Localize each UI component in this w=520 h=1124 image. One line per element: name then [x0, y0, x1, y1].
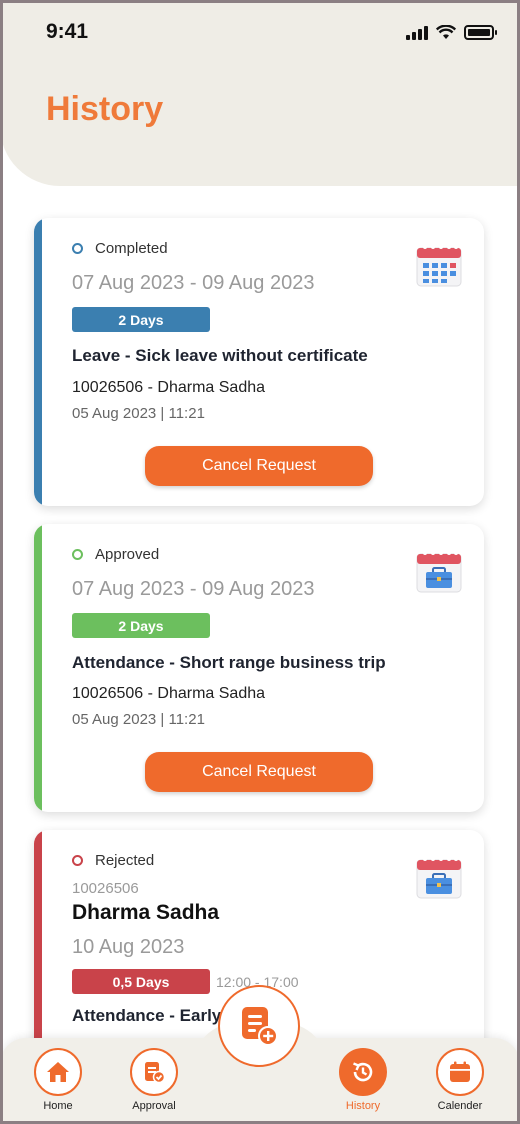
nav-approval-circle: [130, 1048, 178, 1096]
date-range: 07 Aug 2023 - 09 Aug 2023: [72, 578, 315, 600]
history-card-approved[interactable]: Approved 07 Aug 2023 - 09 Aug 2023 2 Day…: [34, 524, 484, 812]
status-dot-icon: [72, 549, 83, 560]
cancel-request-button[interactable]: Cancel Request: [145, 752, 373, 792]
briefcase-calendar-icon: [416, 857, 462, 899]
header: 9:41 History: [0, 0, 520, 186]
days-badge: 0,5 Days: [72, 969, 210, 994]
request-type: Attendance - Short range business trip: [72, 653, 386, 672]
nav-history[interactable]: History: [333, 1048, 393, 1112]
status-row: Completed: [72, 240, 168, 257]
nav-calender[interactable]: Calender: [430, 1048, 490, 1112]
home-icon: [47, 1062, 69, 1082]
history-icon: [353, 1062, 373, 1082]
date-range: 07 Aug 2023 - 09 Aug 2023: [72, 272, 315, 294]
request-date: 10 Aug 2023: [72, 936, 185, 958]
nav-history-circle: [339, 1048, 387, 1096]
request-type: Attendance - Early: [72, 1006, 222, 1025]
status-icons: [406, 24, 497, 40]
wifi-icon: [436, 24, 456, 39]
card-accent-bar: [34, 524, 42, 812]
history-card-completed[interactable]: Completed 07 Aug 2023 - 09 Aug 2023 2 Da…: [34, 218, 484, 506]
page-title: History: [46, 90, 164, 128]
nav-approval[interactable]: Approval: [124, 1048, 184, 1112]
signal-icon: [406, 24, 428, 40]
request-timestamp: 05 Aug 2023 | 11:21: [72, 711, 205, 728]
briefcase-calendar-icon: [416, 551, 462, 593]
status-label: Completed: [95, 240, 168, 257]
status-time: 9:41: [46, 20, 89, 43]
employee-name: Dharma Sadha: [72, 901, 220, 924]
nav-home-label: Home: [43, 1100, 73, 1112]
status-dot-icon: [72, 855, 83, 866]
calendar-icon: [416, 245, 462, 287]
card-accent-bar: [34, 218, 42, 506]
request-timestamp: 05 Aug 2023 | 11:21: [72, 405, 205, 422]
status-row: Approved: [72, 546, 159, 563]
status-label: Rejected: [95, 852, 155, 869]
employee-label: 10026506 - Dharma Sadha: [72, 379, 266, 396]
add-request-button[interactable]: [218, 985, 300, 1067]
add-request-icon: [242, 1007, 278, 1046]
status-row: Rejected: [72, 852, 154, 869]
status-label: Approved: [95, 546, 160, 563]
nav-home-circle: [34, 1048, 82, 1096]
battery-icon: [464, 24, 497, 40]
request-type: Leave - Sick leave without certificate: [72, 346, 368, 365]
cancel-request-button[interactable]: Cancel Request: [145, 446, 373, 486]
calendar-icon: [450, 1061, 470, 1082]
days-badge: 2 Days: [72, 307, 210, 332]
nav-calender-label: Calender: [437, 1100, 483, 1112]
nav-home[interactable]: Home: [28, 1048, 88, 1112]
employee-label: 10026506 - Dharma Sadha: [72, 685, 266, 702]
status-dot-icon: [72, 243, 83, 254]
nav-approval-label: Approval: [132, 1100, 176, 1112]
approval-icon: [145, 1062, 166, 1084]
nav-calender-circle: [436, 1048, 484, 1096]
nav-history-label: History: [345, 1100, 381, 1112]
days-badge: 2 Days: [72, 613, 210, 638]
employee-id: 10026506: [72, 880, 139, 897]
